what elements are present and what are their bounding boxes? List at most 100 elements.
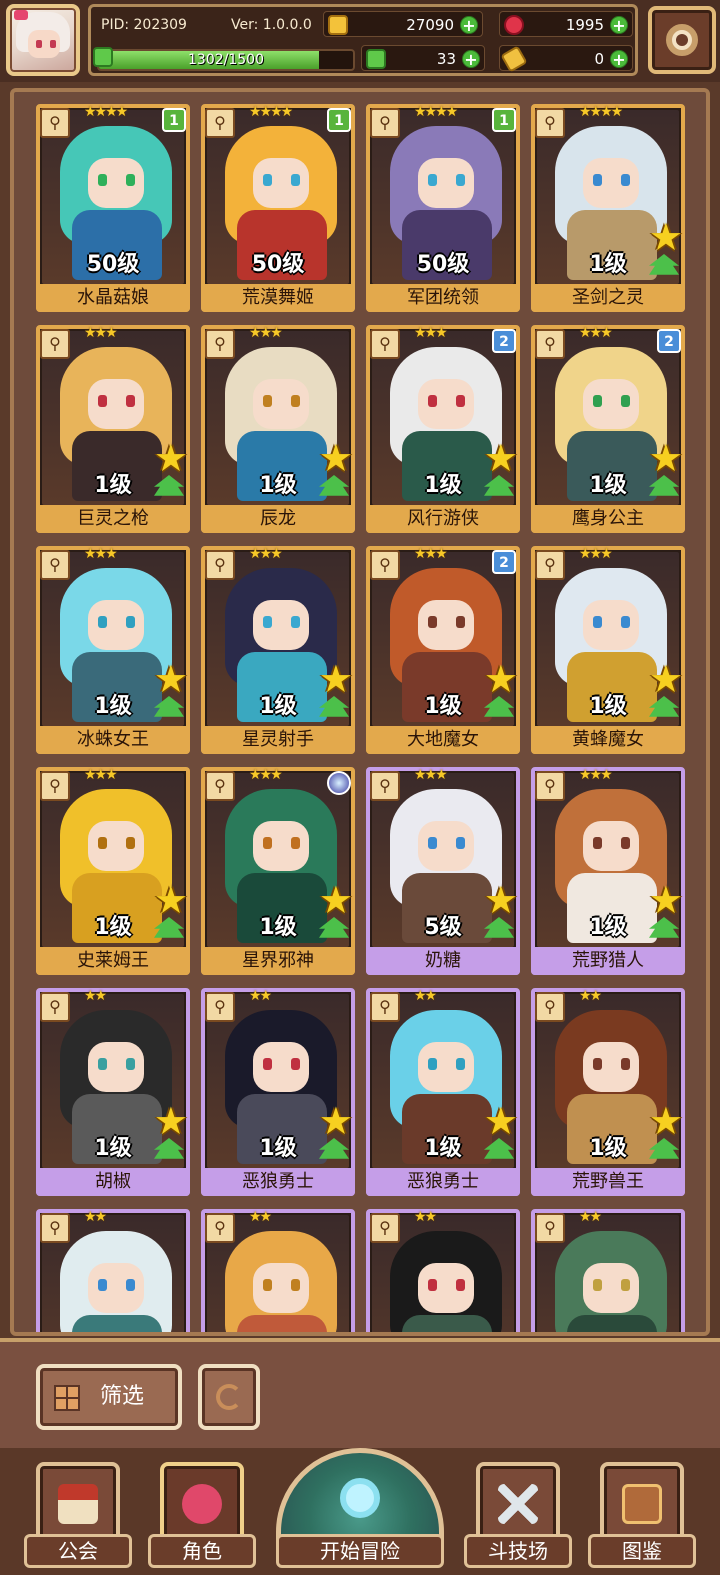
character-card[interactable]: ⚲ ★★★★ 1 50级 水晶菇娘: [36, 104, 190, 312]
character-name: 水晶菇娘: [36, 284, 190, 312]
character-card[interactable]: ⚲ ★★★ 2 1级 ★ 鹰身公主: [531, 325, 685, 533]
character-name: 胡椒: [36, 1168, 190, 1196]
gear-icon: [666, 24, 698, 56]
portrait-eye-left: [428, 1058, 437, 1070]
portrait-face: [88, 158, 144, 208]
character-name: 圣剑之灵: [531, 284, 685, 312]
star-up-icon: ★: [153, 1099, 188, 1143]
character-card[interactable]: ⚲ ★★ 1级 ★ 胡椒: [36, 988, 190, 1196]
portrait-eye-right: [621, 837, 630, 849]
character-name: 恶狼勇士: [201, 1168, 355, 1196]
character-card[interactable]: ⚲ ★★ 1级 ★ 荒野兽王: [531, 988, 685, 1196]
add-gold-button[interactable]: +: [460, 16, 478, 34]
character-grid-frame[interactable]: ⚲ ★★★★ 1 50级 水晶菇娘 ⚲ ★★★★ 1 50级 荒漠舞姬 ⚲ ★★★★ 1 50级 军团统领 ⚲…: [10, 88, 710, 1336]
character-card[interactable]: ⚲ ★★★ 1级 ★ 冰蛛女王: [36, 546, 190, 754]
player-avatar[interactable]: [6, 4, 80, 76]
portrait-eye-left: [263, 174, 272, 186]
avatar-eye-right: [50, 40, 56, 48]
character-card[interactable]: ⚲ ★★★ 1级 ★ 星灵射手: [201, 546, 355, 754]
character-name: 巨灵之枪: [36, 505, 190, 533]
add-clover-button[interactable]: +: [462, 50, 480, 68]
portrait-eye-left: [98, 174, 107, 186]
character-card[interactable]: ⚲ ★★★★ 1 50级 荒漠舞姬: [201, 104, 355, 312]
nav-codex[interactable]: 图鉴: [588, 1462, 696, 1572]
character-card[interactable]: ⚲ ★★ 1级 ★ 恶狼勇士: [366, 988, 520, 1196]
character-card[interactable]: ⚲ ★★★ 2 1级 ★ 风行游侠: [366, 325, 520, 533]
character-card[interactable]: ⚲ ★★★ 1级 ★ 黄蜂魔女: [531, 546, 685, 754]
class-key-icon: ⚲: [535, 1213, 565, 1243]
character-card[interactable]: ⚲ ★★: [531, 1209, 685, 1332]
portrait-eye-left: [428, 395, 437, 407]
nav-arena[interactable]: 斗技场: [464, 1462, 572, 1572]
portrait-face: [253, 821, 309, 871]
character-name: 荒漠舞姬: [201, 284, 355, 312]
character-card[interactable]: ⚲ ★★★ 1级 ★ 巨灵之枪: [36, 325, 190, 533]
portrait-face: [253, 1042, 309, 1092]
star-up-icon: ★: [318, 436, 353, 480]
class-key-icon: ⚲: [370, 329, 400, 359]
character-card[interactable]: ⚲ ★★★ 1级 ★ 辰龙: [201, 325, 355, 533]
portrait-eye-left: [98, 1058, 107, 1070]
rarity-stars: ★★★: [579, 325, 613, 341]
portrait-eye-right: [456, 837, 465, 849]
class-key-icon: ⚲: [535, 992, 565, 1022]
star-up-icon: ★: [318, 878, 353, 922]
add-gem-button[interactable]: +: [610, 16, 628, 34]
class-key-icon: ⚲: [370, 108, 400, 138]
guild-house-icon: [58, 1484, 98, 1524]
portrait-face: [418, 1042, 474, 1092]
class-key-icon: ⚲: [370, 992, 400, 1022]
nav-start-adventure[interactable]: 开始冒险: [276, 1448, 444, 1575]
avatar-bow: [14, 10, 28, 20]
portrait-eye-right: [621, 174, 630, 186]
awaken-badge: 1: [492, 108, 516, 132]
nav-character[interactable]: 角色: [148, 1462, 256, 1572]
character-card[interactable]: ⚲ ★★★ 2 1级 ★ 大地魔女: [366, 546, 520, 754]
character-card[interactable]: ⚲ ★★★ 5级 ★ 奶糖: [366, 767, 520, 975]
star-up-icon: ★: [153, 657, 188, 701]
character-card[interactable]: ⚲ ★★★ 1级 ★ 荒野猎人: [531, 767, 685, 975]
character-name: 冰蛛女王: [36, 726, 190, 754]
portrait-eye-right: [456, 174, 465, 186]
portrait-eye-left: [593, 174, 602, 186]
character-name: 黄蜂魔女: [531, 726, 685, 754]
character-card[interactable]: ⚲ ★★★ 1级 ★ 星界邪神: [201, 767, 355, 975]
exp-text: 1302/1500: [188, 52, 264, 68]
refresh-button[interactable]: [198, 1364, 260, 1430]
portrait-face: [253, 600, 309, 650]
portrait-eye-left: [428, 616, 437, 628]
rarity-stars: ★★★: [414, 767, 448, 783]
filter-button[interactable]: 筛选: [36, 1364, 182, 1430]
gold-value: 27090: [406, 16, 454, 34]
rarity-stars: ★★★: [249, 767, 283, 783]
clover-icon: [366, 49, 386, 69]
class-key-icon: ⚲: [535, 108, 565, 138]
star-up-icon: ★: [483, 878, 518, 922]
character-name: 鹰身公主: [531, 505, 685, 533]
portrait-face: [88, 600, 144, 650]
character-name: 恶狼勇士: [366, 1168, 520, 1196]
character-card[interactable]: ⚲ ★★★★ 1 50级 军团统领: [366, 104, 520, 312]
clover-value: 33: [436, 50, 456, 68]
star-up-icon: ★: [318, 1099, 353, 1143]
hud-row-bottom: 1302/1500 33 + 0 +: [91, 45, 635, 73]
ticket-value: 0: [594, 50, 604, 68]
character-card[interactable]: ⚲ ★★★★ 1级 ★ 圣剑之灵: [531, 104, 685, 312]
character-card[interactable]: ⚲ ★★ 1级 ★ 恶狼勇士: [201, 988, 355, 1196]
hud-row-top: PID: 202309 Ver: 1.0.0.0 27090 + 1995 +: [91, 11, 635, 39]
awaken-badge: 1: [162, 108, 186, 132]
character-card[interactable]: ⚲ ★★: [36, 1209, 190, 1332]
rarity-stars: ★★★: [249, 546, 283, 562]
portrait-eye-left: [593, 1058, 602, 1070]
portrait-outfit: [567, 1315, 657, 1332]
character-card[interactable]: ⚲ ★★★ 1级 ★ 史莱姆王: [36, 767, 190, 975]
settings-button[interactable]: [648, 6, 716, 74]
character-card[interactable]: ⚲ ★★: [201, 1209, 355, 1332]
add-ticket-button[interactable]: +: [610, 50, 628, 68]
character-card[interactable]: ⚲ ★★: [366, 1209, 520, 1332]
filter-label: 筛选: [100, 1384, 145, 1409]
player-id: PID: 202309: [101, 17, 187, 33]
character-level: 50级: [416, 252, 470, 277]
class-key-icon: ⚲: [40, 329, 70, 359]
nav-guild[interactable]: 公会: [24, 1462, 132, 1572]
